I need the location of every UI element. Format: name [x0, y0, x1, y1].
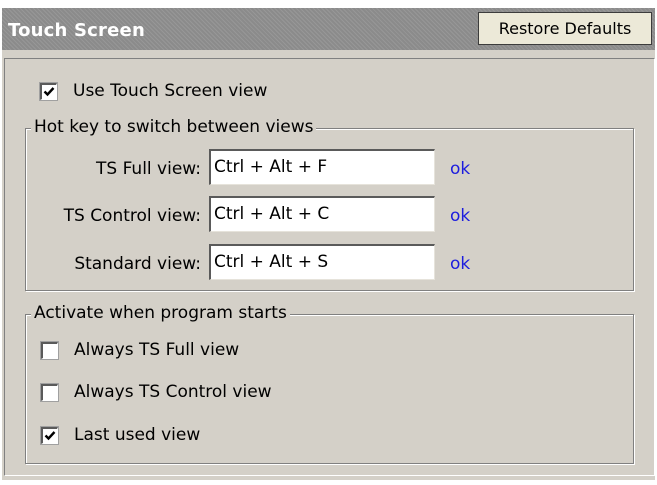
- hotkey-group: Hot key to switch between views TS Full …: [25, 117, 634, 291]
- always-ts-control-view-option[interactable]: Always TS Control view: [41, 382, 272, 402]
- last-used-view-label: Last used view: [74, 425, 201, 445]
- ts-full-view-ok-status: ok: [450, 159, 471, 179]
- touch-screen-panel: Touch Screen Restore Defaults Use Touch …: [2, 8, 655, 480]
- activate-group: Activate when program starts Always TS F…: [25, 303, 634, 464]
- ts-control-view-ok-status: ok: [450, 206, 471, 226]
- standard-view-ok-status: ok: [450, 254, 471, 274]
- standard-view-label: Standard view:: [74, 254, 201, 274]
- always-ts-full-view-option[interactable]: Always TS Full view: [41, 340, 239, 360]
- use-touch-screen-view-checkbox[interactable]: [40, 82, 57, 100]
- use-touch-screen-view-option[interactable]: Use Touch Screen view: [40, 81, 267, 101]
- always-ts-full-view-label: Always TS Full view: [74, 340, 240, 360]
- ts-full-view-hotkey-field[interactable]: Ctrl + Alt + F: [209, 149, 435, 185]
- always-ts-control-view-checkbox[interactable]: [41, 383, 58, 401]
- standard-view-hotkey-field[interactable]: Ctrl + Alt + S: [209, 244, 435, 280]
- activate-group-legend: Activate when program starts: [31, 303, 290, 323]
- last-used-view-option[interactable]: Last used view: [41, 425, 200, 445]
- ts-control-view-label: TS Control view:: [63, 206, 201, 226]
- check-mark-icon: [44, 430, 56, 440]
- restore-defaults-button[interactable]: Restore Defaults: [478, 12, 652, 45]
- section-header: Touch Screen Restore Defaults: [2, 8, 655, 50]
- last-used-view-checkbox[interactable]: [41, 426, 58, 444]
- always-ts-control-view-label: Always TS Control view: [74, 382, 272, 402]
- section-title: Touch Screen: [8, 20, 145, 41]
- settings-body: Use Touch Screen view Hot key to switch …: [4, 58, 655, 476]
- ts-full-view-label: TS Full view:: [96, 159, 201, 179]
- always-ts-full-view-checkbox[interactable]: [41, 341, 58, 359]
- hotkey-group-legend: Hot key to switch between views: [31, 117, 317, 137]
- use-touch-screen-view-label: Use Touch Screen view: [73, 81, 268, 101]
- ts-control-view-hotkey-field[interactable]: Ctrl + Alt + C: [209, 196, 435, 232]
- check-mark-icon: [43, 86, 55, 96]
